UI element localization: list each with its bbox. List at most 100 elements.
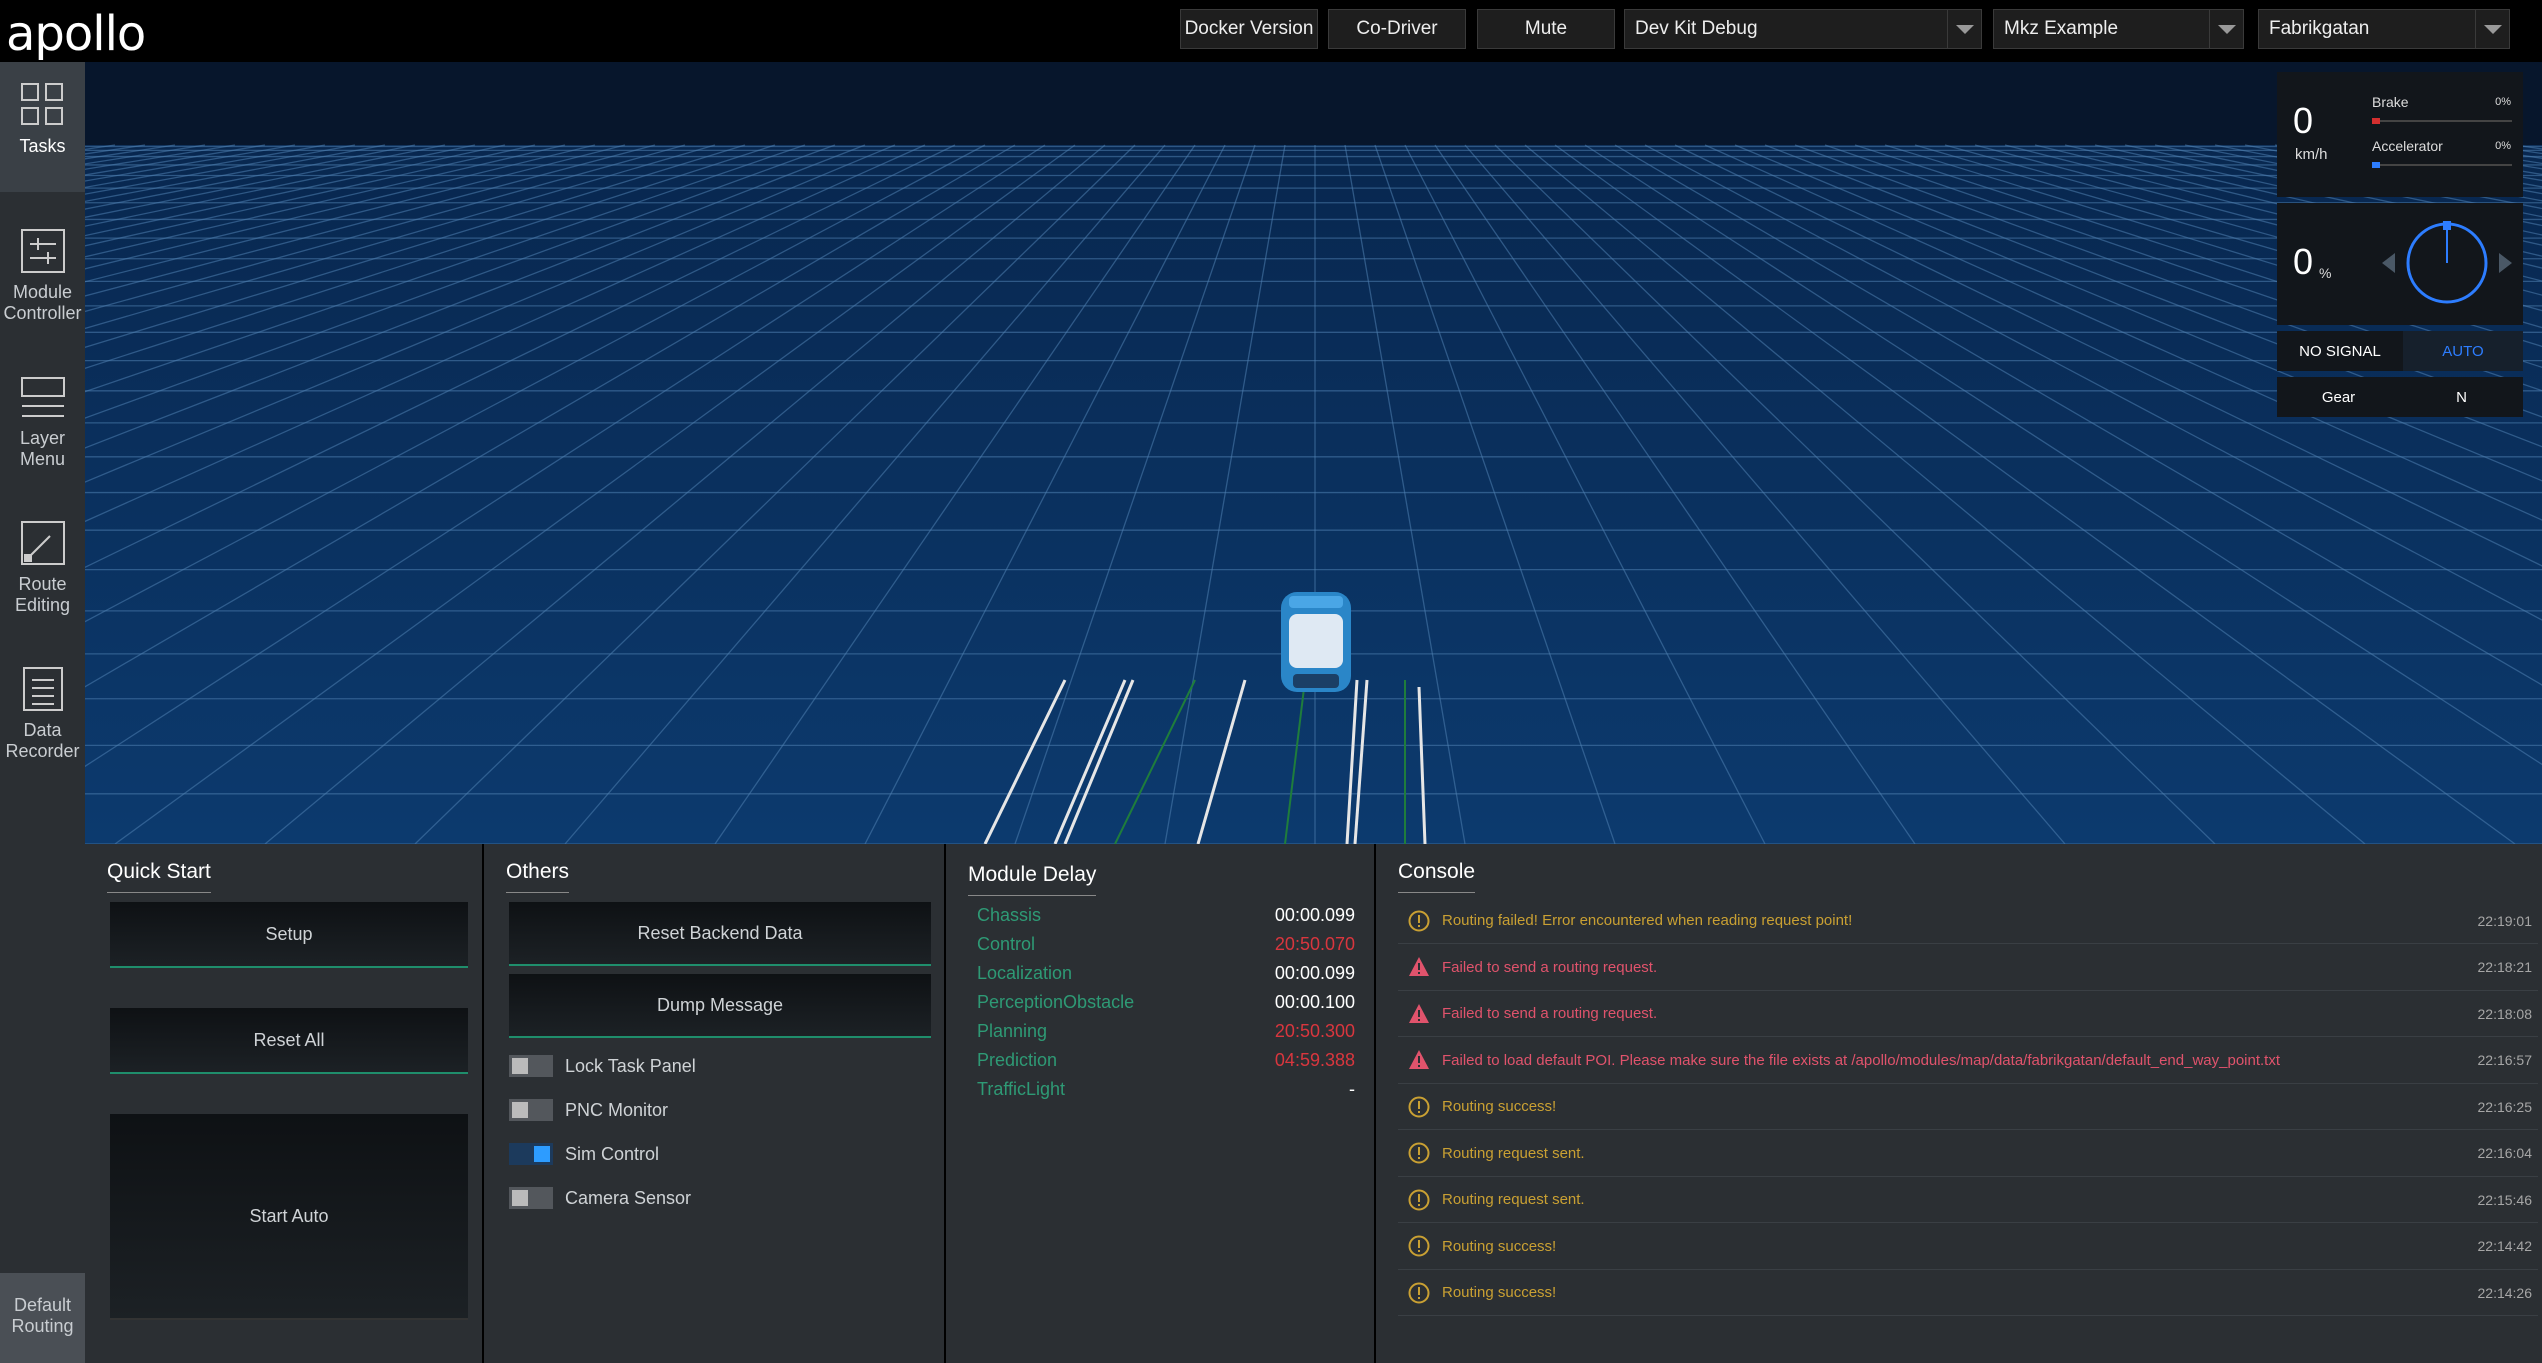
- sidebar-item-layer-menu[interactable]: Layer Menu: [0, 354, 85, 484]
- toggle-switch[interactable]: [509, 1143, 553, 1165]
- brake-bar-fill: [2372, 118, 2380, 124]
- console-row: Routing success! 22:14:42: [1398, 1224, 2538, 1270]
- toggle-switch[interactable]: [509, 1187, 553, 1209]
- module-name: Localization: [977, 963, 1073, 983]
- steering-panel: 0 %: [2277, 203, 2523, 325]
- console-row: Routing failed! Error encountered when r…: [1398, 898, 2538, 944]
- console-timestamp: 22:16:04: [2477, 1145, 2533, 1161]
- sidebar-label: Module: [12, 282, 73, 302]
- sidebar-label: Layer: [19, 428, 66, 448]
- quick-start-panel: Quick Start Setup Reset All Start Auto: [85, 844, 482, 1363]
- module-name: Prediction: [977, 1050, 1058, 1070]
- chevron-down-icon: [2209, 10, 2243, 48]
- reset-backend-data-button[interactable]: Reset Backend Data: [509, 902, 931, 966]
- chevron-down-icon: [1947, 10, 1981, 48]
- sidebar-item-data-recorder[interactable]: Data Recorder: [0, 646, 85, 776]
- reset-all-button[interactable]: Reset All: [110, 1008, 468, 1074]
- warning-circle-icon: [1408, 1096, 1430, 1117]
- sliders-icon: [20, 229, 65, 273]
- delay-row: Control 20:50.070: [955, 934, 1355, 962]
- console-timestamp: 22:14:42: [2477, 1238, 2533, 1254]
- steering-wheel-icon: [2382, 221, 2512, 304]
- mode-select[interactable]: Dev Kit Debug: [1624, 9, 1982, 49]
- console-row: Routing request sent. 22:15:46: [1398, 1177, 2538, 1223]
- toggle-switch[interactable]: [509, 1055, 553, 1077]
- module-name: TrafficLight: [977, 1079, 1066, 1099]
- co-driver-button[interactable]: Co-Driver: [1328, 9, 1466, 49]
- vehicle-select[interactable]: Mkz Example: [1993, 9, 2244, 49]
- map-select[interactable]: Fabrikgatan: [2258, 9, 2510, 49]
- console-row: Failed to send a routing request. 22:18:0…: [1398, 991, 2538, 1037]
- sidebar-item-route-editing[interactable]: Route Editing: [0, 500, 85, 630]
- speed-panel: 0 km/h Brake 0% Accelerator 0%: [2277, 72, 2523, 197]
- lock-task-panel-toggle[interactable]: Lock Task Panel: [509, 1052, 696, 1080]
- delay-row: PerceptionObstacle 00:00.100: [955, 992, 1355, 1020]
- mute-button[interactable]: Mute: [1477, 9, 1615, 49]
- console-message: Failed to send a routing request.: [1442, 1005, 1658, 1022]
- module-name: Control: [977, 934, 1036, 954]
- console-message: Failed to load default POI. Please make …: [1442, 1051, 2281, 1069]
- delay-row: Chassis 00:00.099: [955, 905, 1355, 933]
- console-message: Routing request sent.: [1442, 1144, 1585, 1162]
- delay-value: 04:59.388: [1274, 1050, 1355, 1070]
- dump-message-button[interactable]: Dump Message: [509, 974, 931, 1038]
- start-auto-button[interactable]: Start Auto: [110, 1114, 468, 1320]
- module-name: Planning: [977, 1021, 1048, 1041]
- console-message: Failed to send a routing request.: [1442, 958, 1658, 976]
- console-row: Routing success! 22:16:25: [1398, 1084, 2538, 1130]
- setup-button[interactable]: Setup: [110, 902, 468, 968]
- default-routing-button[interactable]: Default Routing: [0, 1273, 85, 1363]
- steering-value: 0: [2293, 241, 2314, 282]
- delay-value: 00:00.100: [1274, 992, 1355, 1012]
- accelerator-bar-fill: [2372, 162, 2380, 168]
- warning-circle-icon: [1408, 910, 1430, 931]
- turn-signal-status: NO SIGNAL: [2299, 342, 2381, 360]
- console-timestamp: 22:16:25: [2477, 1098, 2533, 1115]
- scene-view[interactable]: [85, 62, 2542, 844]
- sidebar-item-module-controller[interactable]: Module Controller: [0, 208, 85, 338]
- console-timestamp: 22:15:46: [2477, 1191, 2533, 1208]
- warning-circle-icon: [1408, 1142, 1430, 1164]
- sidebar-item-tasks[interactable]: Tasks: [0, 62, 85, 192]
- panel-title: Console: [1398, 860, 1476, 893]
- driving-mode-status: AUTO: [2403, 331, 2523, 371]
- sidebar-label: Recorder: [5, 741, 80, 761]
- delay-row: Planning 20:50.300: [955, 1021, 1355, 1049]
- delay-value: 00:00.099: [1274, 963, 1355, 983]
- others-panel: Others Reset Backend Data Dump Message L…: [484, 844, 944, 1363]
- layers-icon: [20, 377, 65, 417]
- console-row: Failed to send a routing request. 22:18:2…: [1398, 945, 2538, 991]
- accelerator-value: 0%: [2495, 140, 2511, 152]
- sidebar-label: Controller: [3, 303, 82, 323]
- sidebar-label: Editing: [14, 595, 71, 615]
- camera-sensor-toggle[interactable]: Camera Sensor: [509, 1184, 691, 1212]
- toggle-label: PNC Monitor: [565, 1099, 669, 1120]
- sidebar-label: Route: [18, 574, 67, 594]
- console-message: Routing request sent.: [1442, 1191, 1585, 1208]
- toggle-label: Sim Control: [565, 1143, 660, 1164]
- delay-value: 20:50.070: [1274, 934, 1355, 954]
- speed-unit: km/h: [2295, 146, 2328, 163]
- chevron-down-icon: [2475, 10, 2509, 48]
- module-name: PerceptionObstacle: [977, 992, 1135, 1012]
- delay-row: Localization 00:00.099: [955, 963, 1355, 991]
- pnc-monitor-toggle[interactable]: PNC Monitor: [509, 1096, 668, 1124]
- brake-label: Brake: [2372, 94, 2409, 110]
- console-timestamp: 22:14:26: [2477, 1284, 2533, 1301]
- warning-circle-icon: [1408, 1235, 1430, 1257]
- sidebar-label: Data: [23, 720, 62, 740]
- panel-title: Module Delay: [968, 863, 1097, 896]
- delay-value: -: [1349, 1079, 1355, 1099]
- map-select-value: Fabrikgatan: [2269, 18, 2370, 39]
- console-message: Routing failed! Error encountered when r…: [1442, 912, 1853, 929]
- sim-control-toggle[interactable]: Sim Control: [509, 1140, 659, 1168]
- delay-row: Prediction 04:59.388: [955, 1050, 1355, 1078]
- error-triangle-icon: [1409, 1050, 1429, 1069]
- scene-canvas: [85, 62, 2542, 844]
- toggle-label: Camera Sensor: [565, 1187, 692, 1208]
- brake-value: 0%: [2495, 96, 2511, 108]
- toggle-switch[interactable]: [509, 1099, 553, 1121]
- console-timestamp: 22:19:01: [2477, 912, 2533, 929]
- header-bar: apollo Docker Version Co-Driver Mute Dev…: [0, 0, 2542, 62]
- docker-version-button[interactable]: Docker Version: [1180, 9, 1318, 49]
